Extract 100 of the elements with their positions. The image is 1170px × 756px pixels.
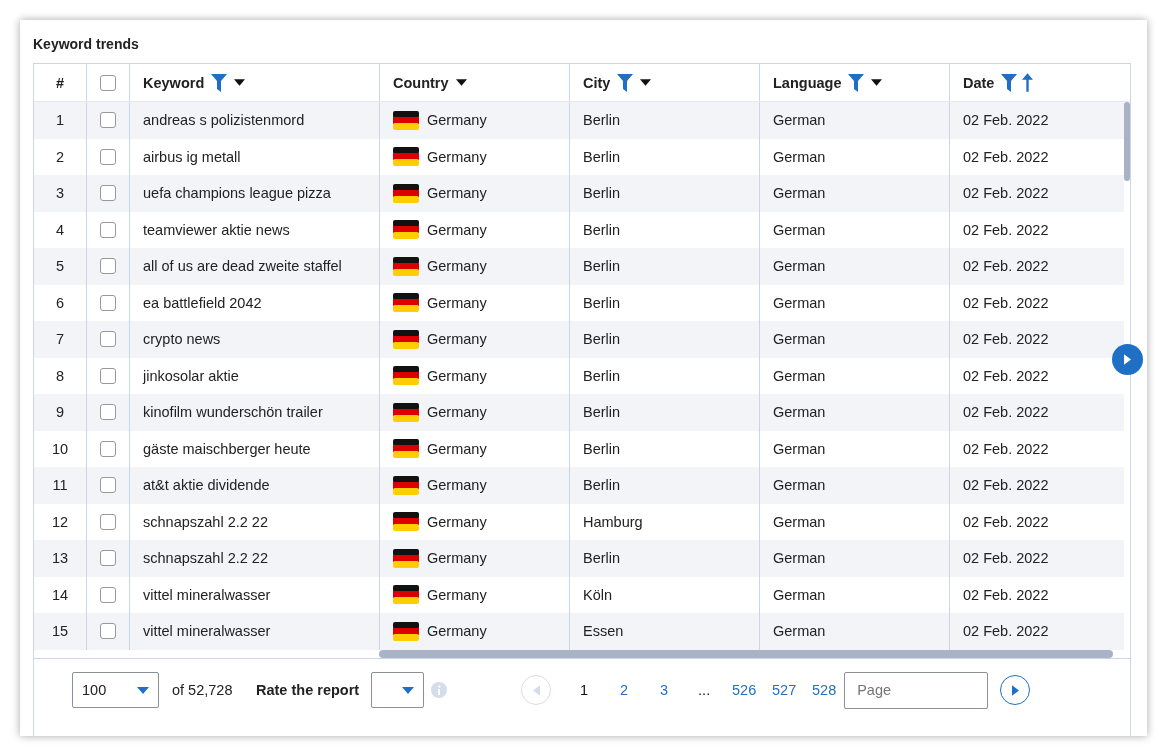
flag-icon — [393, 293, 419, 313]
row-checkbox[interactable] — [100, 586, 116, 603]
row-checkbox[interactable] — [100, 367, 116, 384]
flag-icon — [393, 402, 419, 422]
table-cell: crypto news — [143, 331, 221, 348]
table-cell: Berlin — [583, 477, 621, 494]
page-size-select[interactable]: 100 — [72, 672, 159, 708]
column-header[interactable]: City — [583, 74, 611, 91]
caret-icon[interactable] — [234, 79, 246, 86]
table-cell: 5 — [55, 258, 65, 275]
table-cell: 02 Feb. 2022 — [963, 477, 1049, 494]
column-header[interactable]: # — [55, 74, 65, 91]
next-page-button[interactable] — [1000, 675, 1031, 705]
table-cell: German — [773, 550, 826, 567]
table-cell: 11 — [52, 477, 68, 494]
table-cell: German — [773, 623, 826, 640]
table-cell: Berlin — [583, 294, 621, 311]
table-cell: ea battlefield 2042 — [143, 294, 262, 311]
row-checkbox[interactable] — [100, 513, 116, 530]
select-all-checkbox[interactable] — [100, 74, 116, 91]
filter-icon[interactable] — [617, 73, 634, 92]
table-cell: German — [773, 586, 826, 603]
flag-icon — [393, 439, 419, 459]
table-cell: schnapszahl 2.2 22 — [143, 513, 268, 530]
table-cell: Germany — [427, 221, 487, 238]
table-cell: 1 — [55, 112, 65, 129]
flag-icon — [393, 220, 419, 240]
table-cell: 13 — [51, 550, 69, 567]
table-cell: Berlin — [583, 185, 621, 202]
table-cell: German — [773, 294, 826, 311]
table-cell: 7 — [55, 331, 65, 348]
table-cell: kinofilm wunderschön trailer — [143, 404, 323, 421]
column-header[interactable]: Country — [393, 74, 449, 91]
table-cell: 12 — [51, 513, 69, 530]
table-cell: Germany — [427, 331, 487, 348]
table-cell: at&t aktie dividende — [143, 477, 270, 494]
table-cell: 02 Feb. 2022 — [963, 513, 1049, 530]
table-cell: German — [773, 221, 826, 238]
flag-icon — [393, 366, 419, 386]
table-cell: 02 Feb. 2022 — [963, 258, 1049, 275]
sort-up-icon[interactable] — [1022, 73, 1034, 92]
table-cell: airbus ig metall — [143, 148, 241, 165]
row-checkbox[interactable] — [100, 221, 116, 238]
horizontal-scrollbar[interactable] — [379, 650, 1113, 658]
filter-icon[interactable] — [1001, 73, 1018, 92]
filter-icon[interactable] — [848, 73, 865, 92]
column-header[interactable]: Language — [773, 74, 842, 91]
row-checkbox[interactable] — [100, 440, 116, 457]
filter-icon[interactable] — [211, 73, 228, 92]
flag-icon — [393, 621, 419, 641]
row-checkbox[interactable] — [100, 404, 116, 421]
table-cell: 02 Feb. 2022 — [963, 112, 1049, 129]
vertical-scrollbar[interactable] — [1124, 102, 1130, 181]
table-cell: Hamburg — [583, 513, 643, 530]
page-link[interactable]: 1 — [564, 682, 605, 698]
table-cell: Essen — [583, 623, 624, 640]
table-cell: Germany — [427, 258, 487, 275]
table-cell: andreas s polizistenmord — [143, 112, 305, 129]
table-cell: Berlin — [583, 148, 621, 165]
table-cell: 02 Feb. 2022 — [963, 148, 1049, 165]
table-cell: Germany — [427, 623, 487, 640]
column-header[interactable]: Date — [963, 74, 995, 91]
right-triangle-icon — [1011, 684, 1019, 696]
row-checkbox[interactable] — [100, 550, 116, 567]
page-link[interactable]: 528 — [804, 682, 845, 698]
column-header[interactable]: Keyword — [143, 74, 205, 91]
row-checkbox[interactable] — [100, 477, 116, 494]
caret-icon[interactable] — [455, 79, 467, 86]
row-checkbox[interactable] — [100, 294, 116, 311]
page-link[interactable]: 527 — [764, 682, 805, 698]
table-cell: 02 Feb. 2022 — [963, 331, 1049, 348]
table-cell: Berlin — [583, 550, 621, 567]
row-checkbox[interactable] — [100, 331, 116, 348]
caret-icon[interactable] — [871, 79, 883, 86]
table-cell: 02 Feb. 2022 — [963, 623, 1049, 640]
page-link[interactable]: 3 — [644, 682, 685, 698]
row-checkbox[interactable] — [100, 148, 116, 165]
rate-label: Rate the report — [256, 682, 360, 698]
table-cell: 02 Feb. 2022 — [963, 550, 1049, 567]
rating-select[interactable] — [371, 672, 425, 708]
table-cell: 14 — [51, 586, 69, 603]
caret-icon — [402, 686, 415, 694]
table-cell: vittel mineralwasser — [143, 623, 271, 640]
caret-icon[interactable] — [640, 79, 652, 86]
row-checkbox[interactable] — [100, 112, 116, 129]
table-cell: German — [773, 477, 826, 494]
table-cell: Germany — [427, 550, 487, 567]
row-checkbox[interactable] — [100, 185, 116, 202]
scroll-right-button[interactable] — [1112, 344, 1143, 375]
table-cell: 10 — [51, 440, 69, 457]
page-input-field[interactable]: Page — [844, 671, 989, 709]
row-checkbox[interactable] — [100, 623, 116, 640]
total-count: of 52,728 — [172, 682, 234, 698]
table-cell: German — [773, 404, 826, 421]
page-link[interactable]: 2 — [604, 682, 645, 698]
row-checkbox[interactable] — [100, 258, 116, 275]
table-cell: German — [773, 513, 826, 530]
flag-icon — [393, 548, 419, 568]
table-cell: 6 — [55, 294, 65, 311]
page-link[interactable]: 526 — [724, 682, 765, 698]
